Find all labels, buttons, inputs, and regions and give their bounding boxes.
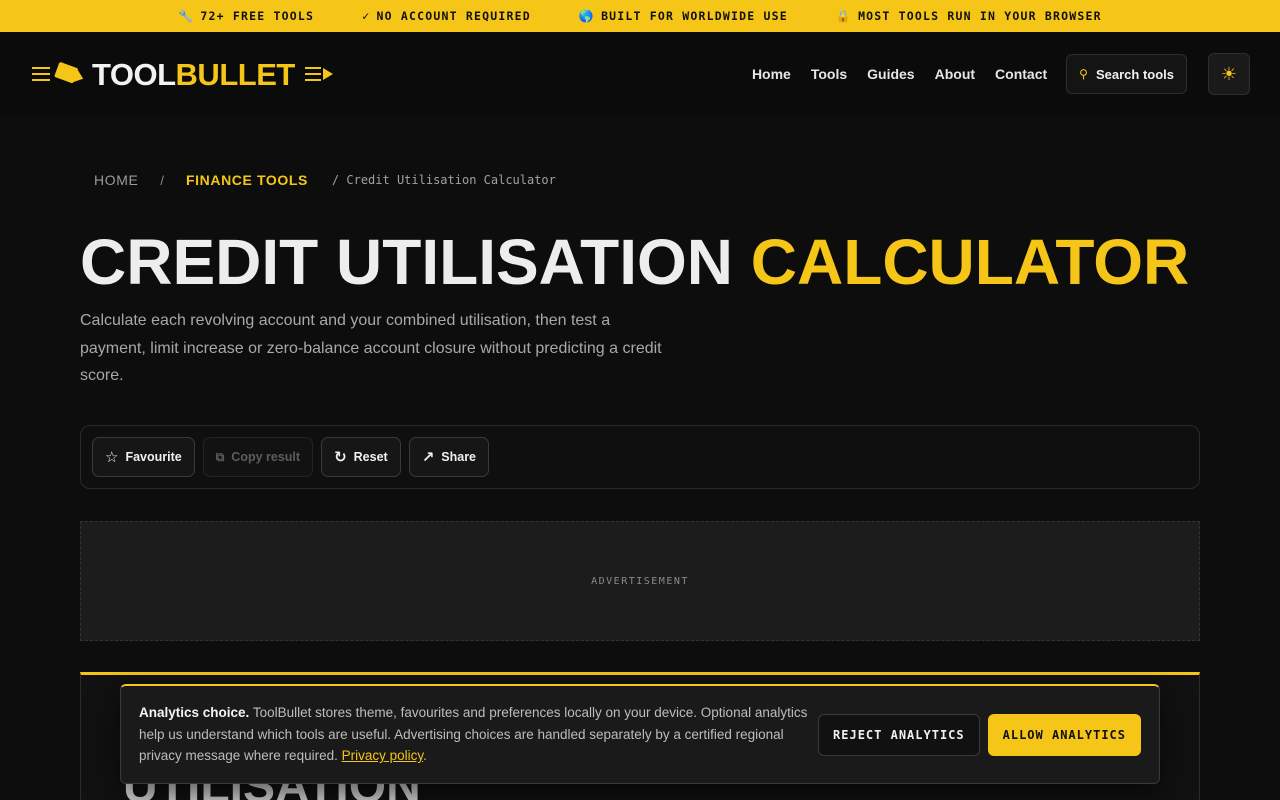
logo-word-bullet: BULLET <box>175 56 296 92</box>
share-button[interactable]: ↗ Share <box>408 437 490 477</box>
share-label: Share <box>441 450 477 464</box>
advertisement-slot: ADVERTISEMENT <box>80 521 1200 641</box>
reject-analytics-button[interactable]: REJECT ANALYTICS <box>818 713 980 756</box>
logo-tail-icon <box>304 67 333 81</box>
announcement-free-tools: 🔧 72+ FREE TOOLS <box>178 9 314 23</box>
logo-word-tool: TOOL <box>92 56 176 92</box>
page-title: CREDIT UTILISATION CALCULATOR <box>80 226 1189 298</box>
consent-buttons: REJECT ANALYTICS ALLOW ANALYTICS <box>818 713 1141 756</box>
page-subtitle: Calculate each revolving account and you… <box>80 312 662 384</box>
advertisement-label: ADVERTISEMENT <box>591 575 689 587</box>
announcement-worldwide: 🌎 BUILT FOR WORLDWIDE USE <box>579 9 788 23</box>
announcement-text: 72+ FREE TOOLS <box>200 9 315 23</box>
main-nav: Home Tools Guides About Contact <box>752 66 1047 82</box>
share-arrow-icon: ↗ <box>421 449 435 466</box>
site-logo[interactable]: TOOLBULLET <box>32 59 333 90</box>
logo-wordmark: TOOLBULLET <box>92 59 295 90</box>
nav-about[interactable]: About <box>935 66 975 82</box>
allow-analytics-button[interactable]: ALLOW ANALYTICS <box>987 713 1141 756</box>
consent-period: . <box>423 748 427 764</box>
copy-icon: ⧉ <box>215 449 225 464</box>
announcement-text: BUILT FOR WORLDWIDE USE <box>601 9 788 23</box>
copy-result-button[interactable]: ⧉ Copy result <box>202 437 314 477</box>
page-title-accent: CALCULATOR <box>750 226 1190 298</box>
check-icon: ✓ <box>362 9 371 23</box>
nav-tools[interactable]: Tools <box>811 66 847 82</box>
globe-icon: 🌎 <box>578 9 596 23</box>
nav-guides[interactable]: Guides <box>867 66 914 82</box>
announcement-no-account: ✓ NO ACCOUNT REQUIRED <box>362 9 531 23</box>
lock-icon: 🔒 <box>835 9 853 23</box>
bullet-icon <box>54 61 86 87</box>
analytics-consent-banner: Analytics choice. ToolBullet stores them… <box>120 684 1160 784</box>
theme-toggle-button[interactable]: ☀ <box>1208 53 1250 95</box>
privacy-policy-link[interactable]: Privacy policy <box>342 748 424 763</box>
site-header: TOOLBULLET Home Tools Guides About Conta… <box>0 32 1280 116</box>
copy-result-label: Copy result <box>231 450 301 464</box>
logo-speed-lines-icon <box>32 67 50 81</box>
consent-message: Analytics choice. ToolBullet stores them… <box>139 702 811 767</box>
nav-home[interactable]: Home <box>752 66 791 82</box>
favourite-label: Favourite <box>125 450 182 464</box>
favourite-button[interactable]: ☆ Favourite <box>92 437 195 477</box>
top-announcement-bar: 🔧 72+ FREE TOOLS ✓ NO ACCOUNT REQUIRED 🌎… <box>0 0 1280 32</box>
search-tools-button[interactable]: ⚲ Search tools <box>1066 54 1187 94</box>
announcement-browser: 🔒 MOST TOOLS RUN IN YOUR BROWSER <box>836 9 1102 23</box>
breadcrumb-separator: / <box>160 172 165 188</box>
announcement-text: MOST TOOLS RUN IN YOUR BROWSER <box>858 9 1102 23</box>
search-tools-label: Search tools <box>1095 66 1174 82</box>
reset-button[interactable]: ↻ Reset <box>321 437 401 477</box>
announcement-text: NO ACCOUNT REQUIRED <box>376 9 531 23</box>
consent-heading: Analytics choice. <box>139 705 250 721</box>
wrench-icon: 🔧 <box>178 9 195 23</box>
reset-icon: ↻ <box>334 449 347 466</box>
nav-contact[interactable]: Contact <box>995 66 1047 82</box>
reset-label: Reset <box>353 450 388 464</box>
page-title-main: CREDIT UTILISATION <box>80 226 733 298</box>
search-icon: ⚲ <box>1079 67 1088 81</box>
sun-icon: ☀ <box>1220 63 1238 84</box>
breadcrumb: HOME / FINANCE TOOLS / Credit Utilisatio… <box>80 170 556 190</box>
star-icon: ☆ <box>105 449 119 466</box>
breadcrumb-home[interactable]: HOME <box>94 172 138 188</box>
breadcrumb-finance-tools[interactable]: FINANCE TOOLS <box>186 172 308 188</box>
breadcrumb-current: / Credit Utilisation Calculator <box>331 173 556 187</box>
tool-action-bar: ☆ Favourite ⧉ Copy result ↻ Reset ↗ Shar… <box>80 425 1200 489</box>
